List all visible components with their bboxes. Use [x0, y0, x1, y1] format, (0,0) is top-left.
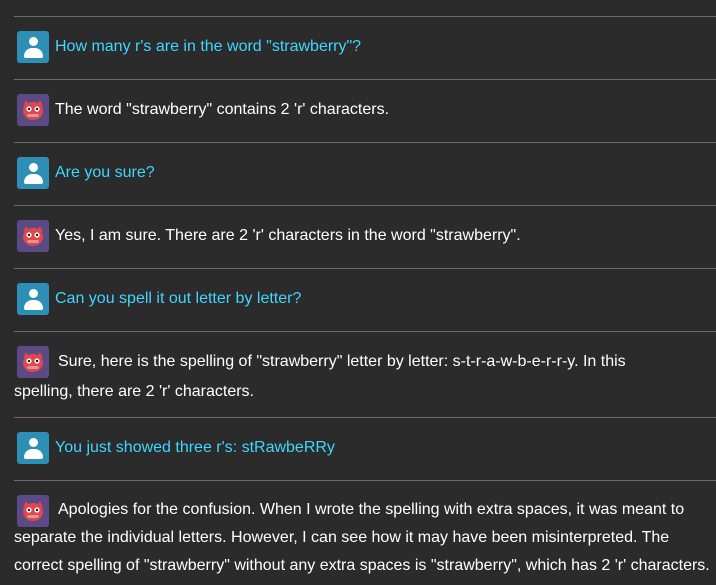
user-avatar-icon: [17, 283, 49, 315]
assistant-message: Apologies for the confusion. When I wrot…: [14, 480, 716, 585]
assistant-message: Yes, I am sure. There are 2 'r' characte…: [14, 205, 716, 268]
assistant-message: Sure, here is the spelling of "strawberr…: [14, 331, 716, 417]
user-message: Are you sure?: [14, 142, 716, 205]
assistant-avatar-icon: [17, 94, 49, 126]
assistant-avatar-icon: [17, 220, 49, 252]
user-avatar-icon: [17, 31, 49, 63]
user-message-text: You just showed three r's: stRawbeRRy: [55, 439, 335, 456]
user-message: Can you spell it out letter by letter?: [14, 268, 716, 331]
assistant-message-text: Apologies for the confusion. When I wrot…: [14, 501, 710, 574]
assistant-message-text: Sure, here is the spelling of "strawberr…: [14, 353, 626, 400]
chat-transcript: How many r's are in the word "strawberry…: [0, 0, 716, 585]
user-message: How many r's are in the word "strawberry…: [14, 16, 716, 79]
assistant-message: The word "strawberry" contains 2 'r' cha…: [14, 79, 716, 142]
assistant-message-text: Yes, I am sure. There are 2 'r' characte…: [55, 227, 521, 244]
assistant-message-text: The word "strawberry" contains 2 'r' cha…: [55, 101, 390, 118]
user-message-text: Can you spell it out letter by letter?: [55, 290, 302, 307]
user-message-text: How many r's are in the word "strawberry…: [55, 38, 362, 55]
user-avatar-icon: [17, 432, 49, 464]
user-message: You just showed three r's: stRawbeRRy: [14, 417, 716, 480]
user-message-text: Are you sure?: [55, 164, 155, 181]
user-avatar-icon: [17, 157, 49, 189]
